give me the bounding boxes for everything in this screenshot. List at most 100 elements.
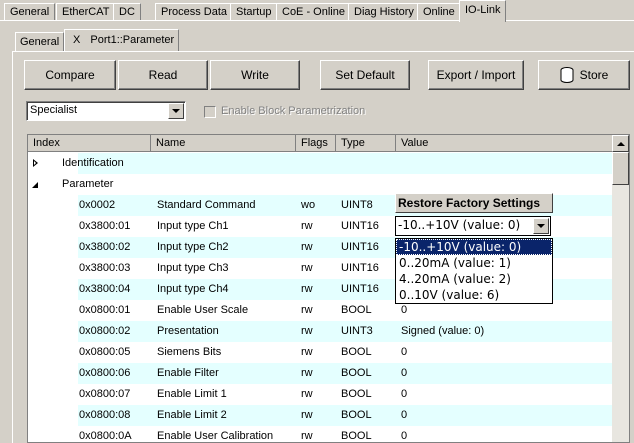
table-row[interactable]: 0x0800:06 Enable Filter rw BOOL 0 <box>28 363 613 384</box>
table-row[interactable]: 0x0800:05 Siemens Bits rw BOOL 0 <box>28 342 613 363</box>
enable-block-label: Enable Block Parametrization <box>221 105 366 117</box>
column-header-type[interactable]: Type <box>336 135 396 152</box>
compare-label: Compare <box>45 68 95 82</box>
access-level-select[interactable]: Specialist <box>26 101 186 121</box>
cell-name: Standard Command <box>157 199 256 211</box>
cell-type: UINT8 <box>341 199 373 211</box>
vertical-scrollbar[interactable] <box>612 135 629 442</box>
cell-name: Input type Ch3 <box>157 262 229 274</box>
cell-flags: rw <box>301 283 313 295</box>
cell-type: BOOL <box>341 388 372 400</box>
cell-index: 0x3800:01 <box>79 220 131 232</box>
cell-index: 0x0002 <box>79 199 116 211</box>
inner-tab-general[interactable]: General <box>15 32 65 52</box>
set-default-label: Set Default <box>335 68 395 82</box>
cell-type: UINT16 <box>341 262 379 274</box>
tab-ethercat[interactable]: EtherCAT <box>56 3 116 21</box>
cell-value[interactable]: 0 <box>401 409 407 421</box>
cell-value[interactable]: Signed (value: 0) <box>401 325 484 337</box>
cell-type: UINT16 <box>341 220 379 232</box>
cell-name: Siemens Bits <box>157 346 222 358</box>
input-type-value: -10..+10V (value: 0) <box>398 218 521 232</box>
write-button[interactable]: Write <box>210 60 300 90</box>
chevron-down-icon[interactable] <box>533 218 549 234</box>
tab-divider <box>0 20 634 21</box>
cell-flags: rw <box>301 409 313 421</box>
tab-io-link[interactable]: IO-Link <box>459 0 507 22</box>
cell-index: 0x0800:01 <box>79 304 131 316</box>
inner-tab-parameter[interactable]: X Port1::Parameter <box>64 29 180 52</box>
cell-name: Input type Ch4 <box>157 283 229 295</box>
grid-header: Index Name Flags Type Value <box>28 135 613 152</box>
collapse-icon[interactable] <box>31 181 39 189</box>
cell-index: 0x3800:02 <box>79 241 131 253</box>
cell-type: UINT16 <box>341 283 379 295</box>
export-import-button[interactable]: Export / Import <box>428 60 524 90</box>
table-row[interactable]: 0x0800:0A Enable User Calibration rw BOOL 0 <box>28 426 613 442</box>
restore-factory-settings-button[interactable]: Restore Factory Settings <box>395 193 553 213</box>
read-button[interactable]: Read <box>118 60 208 90</box>
cell-value[interactable]: 0 <box>401 388 407 400</box>
cell-name: Presentation <box>157 325 219 337</box>
enable-block-checkbox[interactable] <box>204 106 216 118</box>
cell-type: BOOL <box>341 367 372 379</box>
cell-type: BOOL <box>341 346 372 358</box>
tab-online[interactable]: Online <box>417 3 461 21</box>
set-default-button[interactable]: Set Default <box>320 60 410 90</box>
tab-diag-history[interactable]: Diag History <box>348 3 420 21</box>
scroll-up-button[interactable] <box>612 135 629 152</box>
dropdown-option[interactable]: 0..10V (value: 6) <box>396 287 552 303</box>
tree-node-parameter[interactable]: Parameter <box>28 174 613 195</box>
input-type-select[interactable]: -10..+10V (value: 0) <box>395 216 551 236</box>
tree-node-identification[interactable]: Identification <box>28 153 613 174</box>
cell-value[interactable]: 0 <box>401 304 407 316</box>
tab-dc[interactable]: DC <box>113 3 141 21</box>
cell-flags: rw <box>301 430 313 442</box>
column-header-flags[interactable]: Flags <box>296 135 336 152</box>
cell-flags: rw <box>301 367 313 379</box>
column-header-index[interactable]: Index <box>28 135 151 152</box>
scroll-thumb[interactable] <box>612 152 629 185</box>
tab-startup[interactable]: Startup <box>230 3 278 21</box>
compare-button[interactable]: Compare <box>24 60 116 90</box>
column-header-name[interactable]: Name <box>151 135 296 152</box>
cell-index: 0x0800:02 <box>79 325 131 337</box>
dropdown-option[interactable]: -10..+10V (value: 0) <box>396 239 552 255</box>
close-icon[interactable]: X <box>73 34 80 46</box>
tree-label: Identification <box>62 157 124 169</box>
cell-flags: rw <box>301 304 313 316</box>
read-label: Read <box>148 68 178 82</box>
tree-label: Parameter <box>62 178 114 190</box>
table-row[interactable]: 0x0800:08 Enable Limit 2 rw BOOL 0 <box>28 405 613 426</box>
tab-general[interactable]: General <box>4 3 56 21</box>
chevron-down-icon[interactable] <box>168 103 184 119</box>
tab-coe-online[interactable]: CoE - Online <box>276 3 351 21</box>
store-button[interactable]: Store <box>538 60 630 90</box>
cell-type: BOOL <box>341 409 372 421</box>
cell-flags: wo <box>301 199 316 211</box>
cell-value[interactable]: 0 <box>401 430 407 442</box>
cell-index: 0x0800:07 <box>79 388 131 400</box>
write-label: Write <box>241 68 269 82</box>
column-header-value[interactable]: Value <box>396 135 613 152</box>
table-row[interactable]: 0x0800:07 Enable Limit 1 rw BOOL 0 <box>28 384 613 405</box>
top-tab-strip: General EtherCAT DC Process Data Startup… <box>0 0 634 22</box>
cell-value[interactable]: 0 <box>401 367 407 379</box>
store-label: Store <box>579 68 609 82</box>
cell-name: Enable Limit 2 <box>157 409 227 421</box>
cell-type: UINT16 <box>341 241 379 253</box>
dropdown-option[interactable]: 4..20mA (value: 2) <box>396 271 552 287</box>
tab-process-data[interactable]: Process Data <box>155 3 234 21</box>
cell-flags: rw <box>301 346 313 358</box>
cell-name: Enable Filter <box>157 367 219 379</box>
expand-icon[interactable] <box>33 159 38 167</box>
cell-type: BOOL <box>341 430 372 442</box>
cell-flags: rw <box>301 325 313 337</box>
dropdown-option[interactable]: 0..20mA (value: 1) <box>396 255 552 271</box>
cell-value[interactable]: 0 <box>401 346 407 358</box>
table-row[interactable]: 0x0800:02 Presentation rw UINT3 Signed (valu… <box>28 321 613 342</box>
cell-name: Enable User Calibration <box>157 430 274 442</box>
input-type-dropdown: -10..+10V (value: 0) 0..20mA (value: 1) … <box>395 238 553 304</box>
cell-name: Enable Limit 1 <box>157 388 227 400</box>
database-icon <box>560 67 574 83</box>
